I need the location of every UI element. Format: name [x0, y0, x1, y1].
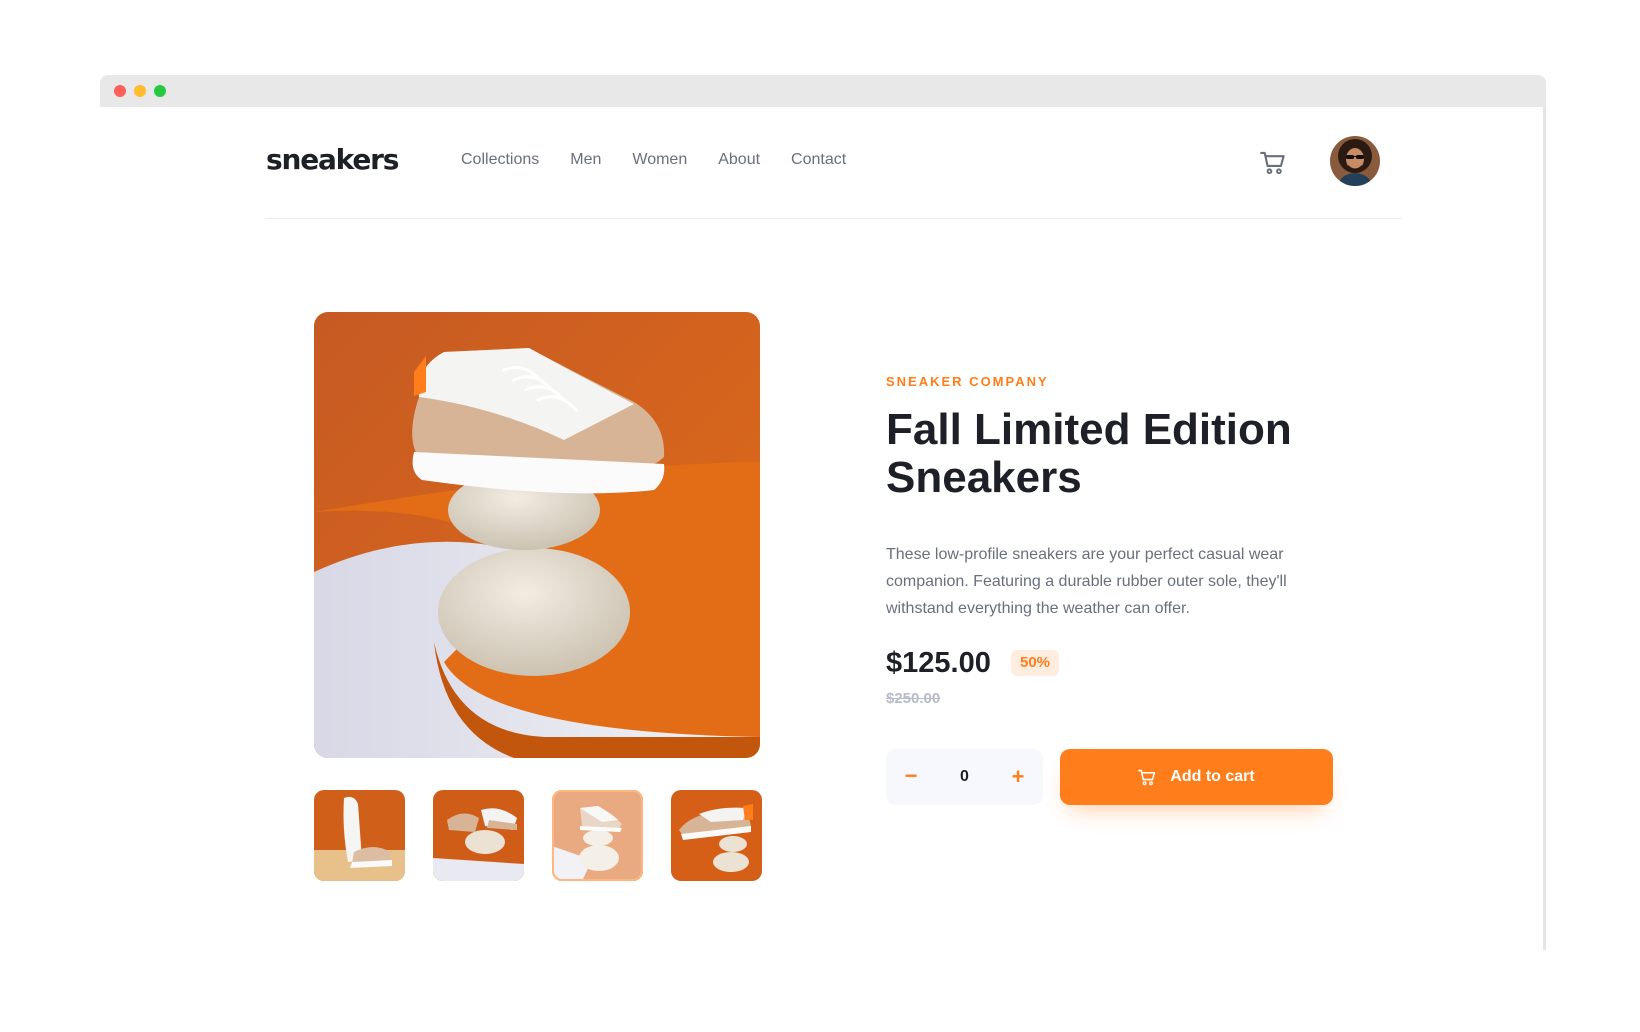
browser-window: sneakers Collections Men Women About Con…: [100, 75, 1546, 950]
site-logo[interactable]: sneakers: [266, 143, 399, 176]
company-name: SNEAKER COMPANY: [886, 374, 1049, 389]
scrollbar[interactable]: [1543, 107, 1546, 950]
maximize-window-icon[interactable]: [154, 85, 166, 97]
product-main-image[interactable]: [314, 312, 760, 758]
product-title: Fall Limited Edition Sneakers: [886, 405, 1292, 502]
current-price: $125.00: [886, 647, 991, 679]
add-to-cart-label: Add to cart: [1170, 768, 1255, 785]
nav-men[interactable]: Men: [570, 151, 601, 169]
increase-quantity-button[interactable]: +: [1003, 749, 1033, 805]
product-thumbnail-2[interactable]: [433, 790, 524, 881]
original-price: $250.00: [886, 690, 941, 707]
header-divider: [266, 218, 1402, 219]
product-thumbnail-1[interactable]: [314, 790, 405, 881]
thumbnail-list: [314, 790, 762, 881]
cart-icon: [1138, 769, 1156, 785]
decrease-quantity-button[interactable]: −: [896, 749, 926, 805]
user-avatar[interactable]: [1330, 136, 1380, 186]
quantity-value: 0: [960, 768, 969, 785]
nav-contact[interactable]: Contact: [791, 151, 846, 169]
close-window-icon[interactable]: [114, 85, 126, 97]
nav-women[interactable]: Women: [632, 151, 687, 169]
minimize-window-icon[interactable]: [134, 85, 146, 97]
main-nav: Collections Men Women About Contact: [461, 151, 846, 169]
cart-icon[interactable]: [1260, 151, 1286, 175]
add-to-cart-button[interactable]: Add to cart: [1060, 749, 1333, 805]
product-thumbnail-3[interactable]: [552, 790, 643, 881]
quantity-stepper: − 0 +: [886, 749, 1043, 805]
browser-title-bar: [100, 75, 1546, 107]
discount-badge: 50%: [1011, 650, 1059, 676]
product-thumbnail-4[interactable]: [671, 790, 762, 881]
product-description: These low-profile sneakers are your perf…: [886, 546, 1287, 617]
nav-about[interactable]: About: [718, 151, 760, 169]
nav-collections[interactable]: Collections: [461, 151, 539, 169]
